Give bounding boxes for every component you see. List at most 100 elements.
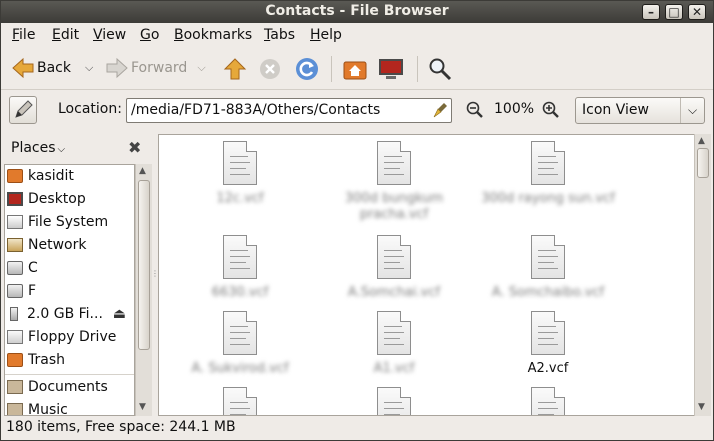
location-input[interactable]: /media/FD71-883A/Others/Contacts xyxy=(126,98,452,123)
zoom-out-button[interactable] xyxy=(466,101,484,123)
folder-icon xyxy=(7,403,23,415)
back-button[interactable]: Back ⌵ xyxy=(11,57,93,79)
text-document-icon xyxy=(531,235,565,279)
up-arrow-icon xyxy=(223,58,247,80)
sidebar-item-usb-drive[interactable]: 2.0 GB Fi... ⏏ xyxy=(5,303,134,325)
maximize-button[interactable]: □ xyxy=(665,4,683,20)
toolbar-separator xyxy=(417,56,418,82)
back-history-chevron-icon[interactable]: ⌵ xyxy=(85,61,93,75)
file-item[interactable]: 300d rayong sun.vcf xyxy=(473,141,623,207)
file-item[interactable]: A2.vcf xyxy=(473,311,623,377)
places-list: kasidit Desktop File System Network C F … xyxy=(4,164,135,416)
menu-go[interactable]: Go xyxy=(140,27,159,43)
sidebar-scrollbar[interactable]: ▲ ▼ xyxy=(135,164,152,416)
back-arrow-icon xyxy=(12,57,34,79)
menu-bar: File Edit View Go Bookmarks Tabs Help xyxy=(1,23,713,48)
close-button[interactable]: ✕ xyxy=(688,4,706,20)
computer-button[interactable] xyxy=(378,57,404,81)
computer-monitor-icon xyxy=(379,59,403,79)
trash-icon xyxy=(7,353,23,367)
text-document-icon xyxy=(223,141,257,185)
sidebar-item-floppy-drive[interactable]: Floppy Drive xyxy=(5,326,134,348)
text-document-icon xyxy=(377,311,411,355)
text-document-icon xyxy=(377,141,411,185)
chevron-down-icon: ⌵ xyxy=(680,98,704,123)
zoom-out-icon xyxy=(466,101,483,118)
places-selector[interactable]: Places ⌵ xyxy=(11,140,65,156)
menu-edit[interactable]: Edit xyxy=(52,27,79,43)
file-item[interactable] xyxy=(165,387,315,415)
menu-file[interactable]: File xyxy=(12,27,35,43)
scroll-up-arrow-icon[interactable]: ▲ xyxy=(139,166,146,176)
places-sidebar: Places ⌵ ✖ kasidit Desktop File System Ne… xyxy=(4,134,154,416)
chevron-down-icon: ⌵ xyxy=(57,144,66,155)
sidebar-item-music[interactable]: Music xyxy=(5,399,134,415)
reload-icon xyxy=(296,58,318,80)
title-bar[interactable]: Contacts - File Browser – □ ✕ xyxy=(1,1,713,23)
scroll-up-arrow-icon[interactable]: ▲ xyxy=(698,136,705,146)
location-bar: Location: /media/FD71-883A/Others/Contac… xyxy=(1,91,713,129)
file-item[interactable] xyxy=(473,387,623,415)
menu-help[interactable]: Help xyxy=(310,27,342,43)
close-sidebar-icon[interactable]: ✖ xyxy=(128,138,141,157)
search-icon xyxy=(429,58,452,81)
text-document-icon xyxy=(223,235,257,279)
floppy-icon xyxy=(7,330,23,344)
eject-icon[interactable]: ⏏ xyxy=(113,306,126,322)
clear-location-icon[interactable] xyxy=(432,101,450,123)
content-scrollbar[interactable]: ▲ ▼ xyxy=(694,134,711,416)
minimize-button[interactable]: – xyxy=(642,4,660,20)
file-item[interactable] xyxy=(319,387,469,415)
text-document-icon xyxy=(223,387,257,415)
file-item[interactable]: A.Somchai.vcf xyxy=(319,235,469,301)
sidebar-item-trash[interactable]: Trash xyxy=(5,349,134,371)
zoom-in-icon xyxy=(542,101,559,118)
sidebar-item-documents[interactable]: Documents xyxy=(5,376,134,398)
sidebar-item-file-system[interactable]: File System xyxy=(5,211,134,233)
menu-tabs[interactable]: Tabs xyxy=(264,27,295,43)
zoom-in-button[interactable] xyxy=(542,101,560,123)
menu-view[interactable]: View xyxy=(93,27,126,43)
text-document-icon xyxy=(531,141,565,185)
places-header: Places ⌵ ✖ xyxy=(4,134,154,162)
folder-icon xyxy=(7,380,23,394)
sidebar-item-network[interactable]: Network xyxy=(5,234,134,256)
stop-icon xyxy=(260,59,280,79)
file-item[interactable]: 6630.vcf xyxy=(165,235,315,301)
forward-button[interactable]: Forward ⌵ xyxy=(105,57,206,79)
drive-icon xyxy=(7,284,23,298)
stop-button[interactable] xyxy=(259,58,281,80)
file-browser-window: Contacts - File Browser – □ ✕ File Edit … xyxy=(0,0,714,441)
scroll-down-arrow-icon[interactable]: ▼ xyxy=(698,402,705,412)
zoom-level[interactable]: 100% xyxy=(494,101,534,117)
file-item[interactable]: A. Sukvirod.vcf xyxy=(165,311,315,377)
file-item[interactable]: 300d bungkum pracha.vcf xyxy=(319,141,469,223)
file-icon-view[interactable]: 12c.vcf 300d bungkum pracha.vcf 300d ray… xyxy=(158,134,695,416)
window-title: Contacts - File Browser xyxy=(265,3,449,19)
forward-history-chevron-icon[interactable]: ⌵ xyxy=(197,61,205,75)
status-text: 180 items, Free space: 244.1 MB xyxy=(6,419,236,435)
up-button[interactable] xyxy=(223,57,247,81)
pane-resize-grip[interactable]: ⋮ xyxy=(151,269,159,279)
sidebar-item-c[interactable]: C xyxy=(5,257,134,279)
text-document-icon xyxy=(531,311,565,355)
drive-icon xyxy=(7,261,23,275)
content-scroll-thumb[interactable] xyxy=(697,148,709,178)
toggle-location-button[interactable] xyxy=(9,96,37,124)
scroll-down-arrow-icon[interactable]: ▼ xyxy=(139,402,146,412)
sidebar-divider xyxy=(5,374,134,375)
file-item[interactable]: A. Somchaibo.vcf xyxy=(473,235,623,301)
file-item[interactable]: A1.vcf xyxy=(319,311,469,377)
text-document-icon xyxy=(377,387,411,415)
search-button[interactable] xyxy=(428,57,452,81)
file-item[interactable]: 12c.vcf xyxy=(165,141,315,207)
sidebar-item-desktop[interactable]: Desktop xyxy=(5,188,134,210)
home-button[interactable] xyxy=(343,57,367,81)
reload-button[interactable] xyxy=(295,57,319,81)
sidebar-scroll-thumb[interactable] xyxy=(138,180,150,350)
sidebar-item-f[interactable]: F xyxy=(5,280,134,302)
view-mode-select[interactable]: Icon View ⌵ xyxy=(575,97,705,124)
toolbar-separator xyxy=(331,56,332,82)
menu-bookmarks[interactable]: Bookmarks xyxy=(174,27,252,43)
sidebar-item-kasidit[interactable]: kasidit xyxy=(5,165,134,187)
